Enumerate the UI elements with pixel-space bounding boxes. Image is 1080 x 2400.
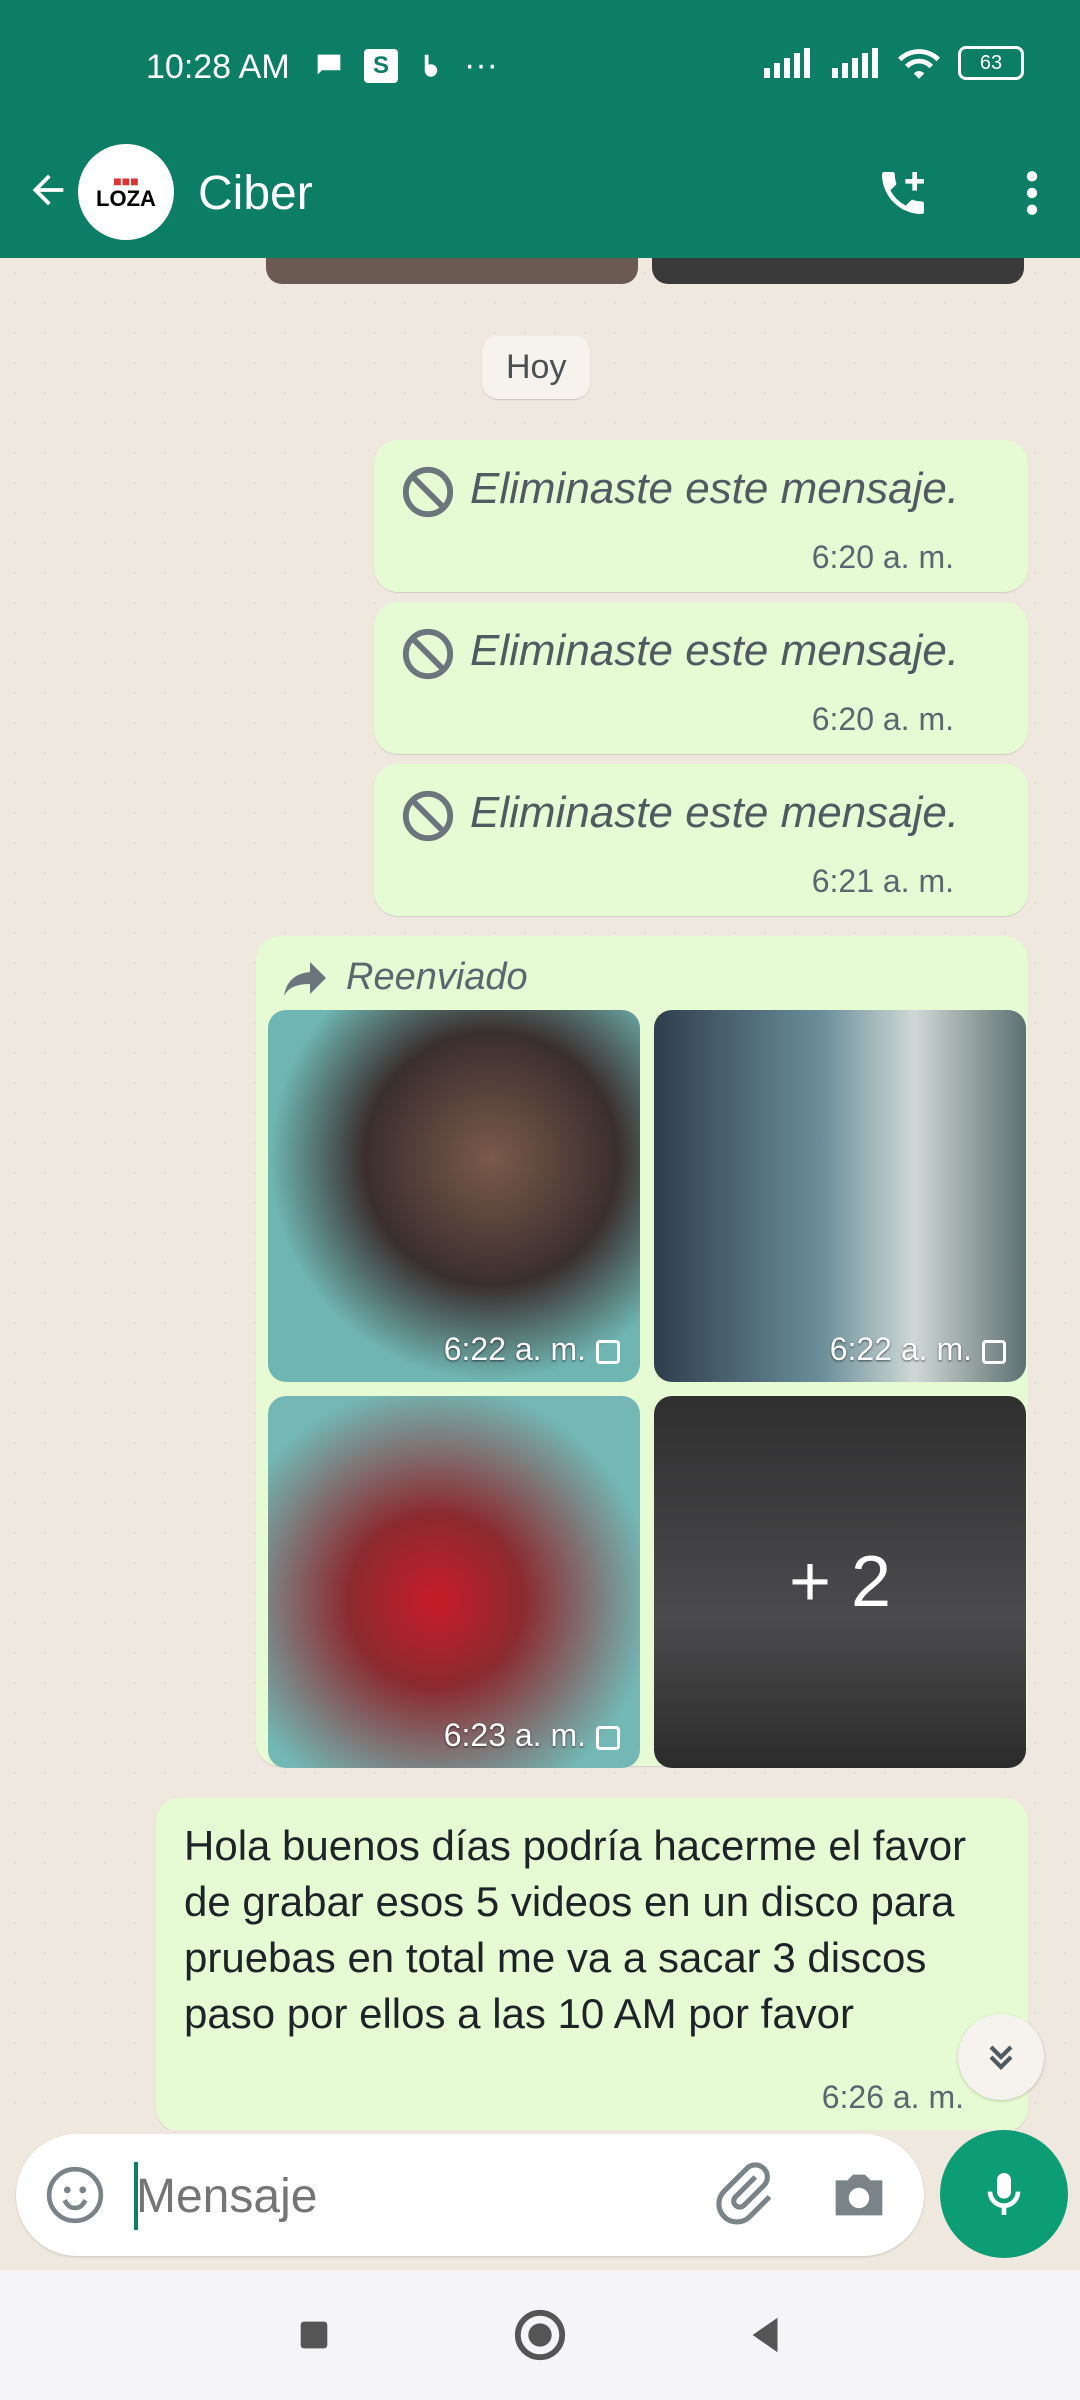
media-time: 6:22 a. m.	[830, 1331, 1006, 1368]
more-vertical-icon	[1026, 171, 1038, 215]
text-message-bubble[interactable]: Hola buenos días podría hacerme el favor…	[156, 1798, 1028, 2130]
home-button[interactable]	[512, 2307, 568, 2363]
previous-media-thumbnail[interactable]	[266, 258, 638, 284]
video-icon	[596, 1725, 620, 1750]
forward-icon	[284, 962, 326, 996]
media-thumbnail[interactable]: 6:22 a. m.	[268, 1010, 640, 1382]
previous-media-thumbnail[interactable]	[652, 258, 1024, 284]
message-time: 6:20 a. m.	[811, 539, 954, 575]
more-media-thumbnail[interactable]: + 2	[654, 1396, 1026, 1768]
signal-icon-1	[764, 48, 810, 78]
message-input[interactable]	[134, 2158, 698, 2234]
back-button[interactable]	[18, 160, 78, 220]
media-time-text: 6:22 a. m.	[443, 1331, 586, 1367]
square-icon	[300, 2321, 328, 2349]
double-chevron-down-icon	[989, 2045, 1013, 2070]
system-back-button[interactable]	[738, 2307, 794, 2363]
circle-icon	[514, 2309, 566, 2361]
battery-indicator: 63	[958, 46, 1024, 80]
media-time-text: 6:23 a. m.	[443, 1717, 586, 1753]
contact-avatar[interactable]: ■■■ LOZA	[78, 144, 174, 240]
message-input-bar	[16, 2134, 924, 2256]
status-icons-right: 63	[762, 46, 1024, 80]
chat-title[interactable]: Ciber	[198, 166, 313, 221]
message-time: 6:21 a. m.	[811, 863, 954, 899]
recent-apps-button[interactable]	[286, 2307, 342, 2363]
message-time: 6:20 a. m.	[811, 701, 954, 737]
deleted-message-bubble[interactable]: Eliminaste este mensaje. 6:20 a. m.	[374, 602, 1028, 754]
media-time: 6:23 a. m.	[444, 1717, 620, 1754]
s-app-icon: S	[364, 48, 398, 83]
forwarded-label: Reenviado	[346, 956, 528, 998]
message-time: 6:26 a. m.	[821, 2079, 964, 2115]
scroll-to-bottom-button[interactable]	[958, 2014, 1044, 2100]
mic-icon	[987, 2173, 1021, 2215]
deleted-message-bubble[interactable]: Eliminaste este mensaje. 6:21 a. m.	[374, 764, 1028, 916]
mic-button[interactable]	[940, 2130, 1068, 2258]
day-chip: Hoy	[482, 336, 591, 399]
avatar-logo-text: LOZA	[96, 186, 156, 211]
battery-level: 63	[979, 51, 1003, 74]
message-text: Hola buenos días podría hacerme el favor…	[184, 1822, 967, 2037]
more-options-button[interactable]	[1002, 158, 1062, 228]
media-thumbnail[interactable]: 6:22 a. m.	[654, 1010, 1026, 1382]
arrow-left-icon	[32, 174, 64, 206]
chat-notification-icon	[317, 54, 341, 74]
chat-area[interactable]: Hoy Eliminaste este mensaje. 6:20 a. m. …	[0, 258, 1080, 2130]
video-icon	[596, 1339, 620, 1364]
block-icon	[402, 628, 454, 680]
block-icon	[402, 466, 454, 518]
more-media-count: + 2	[788, 1542, 892, 1622]
paperclip-icon[interactable]	[710, 2160, 778, 2228]
system-navigation-bar	[0, 2270, 1080, 2400]
triangle-left-icon	[752, 2317, 778, 2353]
call-button[interactable]	[868, 158, 938, 228]
deleted-message-text: Eliminaste este mensaje.	[470, 626, 960, 675]
avatar-logo: ■■■ LOZA	[96, 173, 156, 211]
forwarded-media-bubble[interactable]: Reenviado 6:22 a. m. 6:22 a. m. 6:23 a. …	[256, 936, 1028, 1768]
chat-header: ■■■ LOZA Ciber	[0, 140, 1080, 258]
deleted-message-text: Eliminaste este mensaje.	[470, 464, 960, 513]
signal-icon-2	[832, 48, 878, 78]
emoji-icon[interactable]	[44, 2164, 106, 2226]
camera-icon[interactable]	[824, 2160, 894, 2230]
block-icon	[402, 790, 454, 842]
wifi-icon	[898, 49, 940, 79]
status-icons-left: S ···	[312, 46, 498, 85]
b-app-icon	[424, 54, 438, 77]
more-status-dots: ···	[464, 46, 498, 84]
deleted-message-bubble[interactable]: Eliminaste este mensaje. 6:20 a. m.	[374, 440, 1028, 592]
status-bar: 10:28 AM S ··· 63	[0, 0, 1080, 140]
video-icon	[982, 1339, 1006, 1364]
media-thumbnail[interactable]: 6:23 a. m.	[268, 1396, 640, 1768]
media-time: 6:22 a. m.	[444, 1331, 620, 1368]
status-time: 10:28 AM	[146, 48, 290, 86]
deleted-message-text: Eliminaste este mensaje.	[470, 788, 960, 837]
phone-add-icon	[882, 172, 924, 214]
media-time-text: 6:22 a. m.	[829, 1331, 972, 1367]
